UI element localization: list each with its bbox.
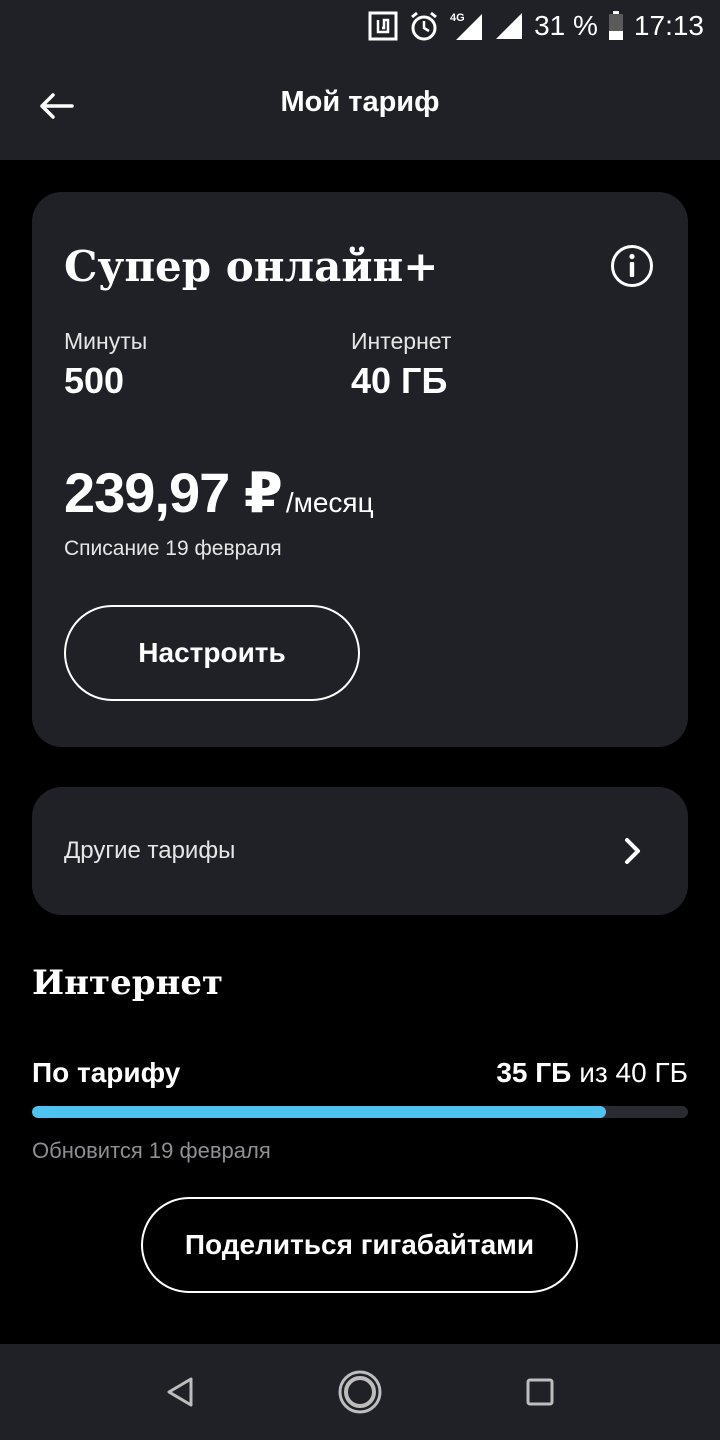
minutes-value: 500 — [64, 360, 125, 401]
alarm-icon — [408, 10, 440, 42]
tariff-card: Супер онлайн+ Минуты 500 Интернет 40 ГБ … — [32, 192, 688, 747]
nav-back-button[interactable] — [156, 1368, 204, 1416]
usage-total: из 40 ГБ — [579, 1057, 688, 1088]
nav-home-button[interactable] — [336, 1368, 384, 1416]
app-bar: Мой тариф — [0, 52, 720, 160]
minutes-label: Минуты — [64, 328, 148, 354]
home-circle-icon — [338, 1370, 382, 1414]
recents-square-icon — [526, 1378, 554, 1406]
nav-recents-button[interactable] — [516, 1368, 564, 1416]
other-tariffs-row[interactable]: Другие тарифы — [32, 787, 688, 915]
price-amount: 239,97 ₽ — [64, 461, 283, 524]
battery-percent: 31 % — [534, 10, 598, 41]
status-icons: 4G 31 % 17:13 — [368, 6, 704, 46]
usage-remaining: 35 ГБ — [496, 1057, 572, 1088]
back-triangle-icon — [167, 1377, 193, 1407]
internet-section-title: Интернет — [32, 963, 224, 1003]
other-tariffs-label: Другие тарифы — [64, 837, 236, 864]
charge-date: Списание 19 февраля — [64, 537, 282, 560]
share-gigabytes-button[interactable]: Поделиться гигабайтами — [141, 1197, 578, 1293]
usage-value: 35 ГБ из 40 ГБ — [496, 1057, 688, 1089]
internet-value: 40 ГБ — [351, 360, 448, 401]
usage-progress-bar — [32, 1106, 688, 1118]
price: 239,97 ₽ /месяц — [64, 460, 374, 526]
setup-button[interactable]: Настроить — [64, 605, 360, 701]
renew-date: Обновится 19 февраля — [32, 1138, 271, 1163]
usage-label: По тарифу — [32, 1057, 181, 1088]
chevron-right-icon — [625, 838, 640, 864]
system-nav-bar — [0, 1344, 720, 1440]
info-button[interactable] — [610, 244, 654, 288]
clock: 17:13 — [633, 10, 704, 41]
battery-icon — [608, 11, 624, 41]
usage-progress-fill — [32, 1106, 606, 1118]
signal-4g-icon: 4G — [450, 10, 484, 42]
status-bar: 4G 31 % 17:13 — [0, 0, 720, 52]
svg-text:4G: 4G — [450, 12, 465, 24]
tariff-name: Супер онлайн+ — [64, 242, 439, 291]
internet-label: Интернет — [351, 328, 452, 354]
price-period: /месяц — [285, 487, 374, 518]
page-title: Мой тариф — [280, 86, 440, 118]
info-icon — [611, 245, 653, 287]
signal-icon — [494, 11, 524, 41]
nfc-icon — [368, 11, 398, 41]
